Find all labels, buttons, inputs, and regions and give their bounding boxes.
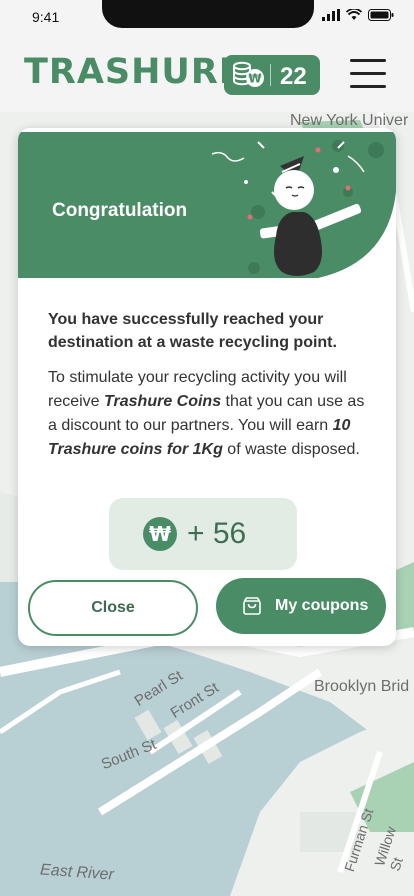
reward-amount: + 56 — [187, 517, 247, 550]
device-notch — [102, 0, 314, 28]
won-coin-icon: ₩ — [143, 517, 177, 551]
shopping-bag-icon — [243, 597, 261, 615]
dialog-body: You have successfully reached your desti… — [48, 308, 368, 462]
coin-count: 22 — [280, 63, 307, 90]
wifi-icon — [346, 9, 362, 20]
battery-icon — [368, 9, 394, 21]
coins-stack-icon: ₩ — [233, 61, 264, 87]
menu-icon-bar — [350, 59, 386, 62]
celebrating-character-illustration — [211, 141, 365, 276]
dialog-title: Congratulation — [52, 200, 188, 221]
status-icons — [322, 9, 394, 21]
brand-coins-name: Trashure Coins — [104, 393, 222, 410]
my-coupons-label: My coupons — [275, 597, 369, 614]
signal-icon — [322, 9, 340, 21]
close-button[interactable]: Close — [28, 580, 198, 636]
svg-text:₩: ₩ — [248, 72, 262, 86]
success-message: You have successfully reached your desti… — [48, 311, 337, 351]
coin-balance-badge[interactable]: ₩ 22 — [224, 55, 320, 95]
congratulation-dialog: Congratulation You have successfully rea… — [18, 128, 396, 646]
clock: 9:41 — [32, 9, 60, 25]
map-label-brooklyn-bridge: Brooklyn Brid — [314, 678, 410, 695]
menu-icon-bar — [350, 72, 386, 75]
menu-button[interactable] — [350, 59, 386, 89]
my-coupons-button[interactable]: My coupons — [216, 578, 386, 634]
app-header: TRASHURE ₩ 22 — [0, 34, 414, 112]
status-bar: 9:41 — [0, 0, 414, 34]
svg-text:₩: ₩ — [149, 522, 171, 546]
badge-divider — [270, 64, 271, 86]
menu-icon-bar — [350, 85, 386, 88]
dialog-header: Congratulation — [18, 132, 396, 278]
reward-description: To stimulate your recycling activity you… — [48, 369, 365, 458]
app-logo: TRASHURE — [24, 52, 244, 92]
reward-amount-card: ₩ + 56 — [109, 498, 297, 570]
